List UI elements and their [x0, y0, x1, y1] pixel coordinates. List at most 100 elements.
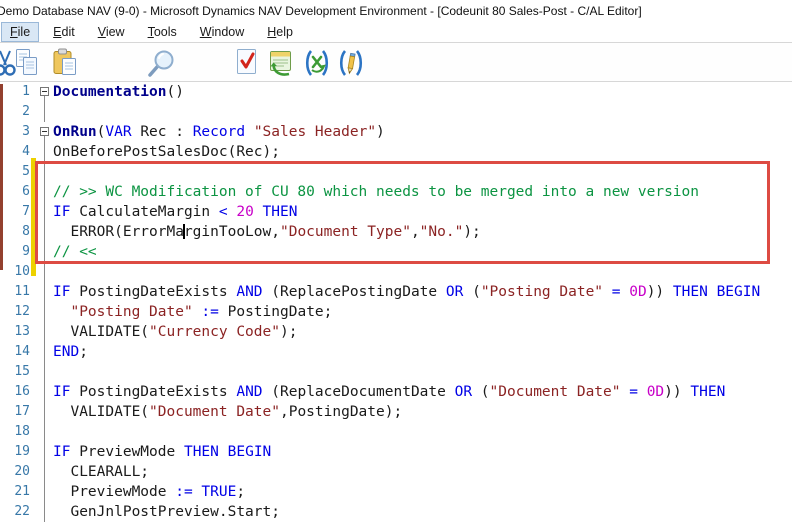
line-number: 21 [14, 484, 30, 499]
code-text: CLEARALL; [53, 464, 150, 480]
code-text: VALIDATE("Currency Code"); [53, 324, 298, 340]
fold-gutter [30, 182, 53, 202]
line-number: 9 [22, 244, 30, 259]
code-line-14[interactable]: 14 END; [0, 342, 792, 362]
code-line-11[interactable]: 11 IF PostingDateExists AND (ReplacePosti… [0, 282, 792, 302]
fold-collapse-box[interactable] [30, 82, 53, 102]
fold-gutter [30, 382, 53, 402]
line-number: 22 [14, 504, 30, 519]
menu-item-help[interactable]: Help [259, 23, 301, 41]
line-number: 18 [14, 424, 30, 439]
line-number: 7 [22, 204, 30, 219]
fold-gutter [30, 342, 53, 362]
code-text: VALIDATE("Document Date",PostingDate); [53, 404, 403, 420]
cal-code-editor[interactable]: 1 Documentation() 2 3 OnRun(VAR Rec : Record… [0, 82, 792, 523]
cal-symbol-menu-icon[interactable] [301, 48, 333, 78]
code-text: GenJnlPostPreview.Start; [53, 504, 280, 520]
line-number: 10 [14, 264, 30, 279]
code-line-10[interactable]: 10 [0, 262, 792, 282]
line-number: 5 [22, 164, 30, 179]
code-line-4[interactable]: 4 OnBeforePostSalesDoc(Rec); [0, 142, 792, 162]
code-text: OnBeforePostSalesDoc(Rec); [53, 144, 280, 160]
code-line-8[interactable]: 8 ERROR(ErrorMarginTooLow,"Document Type… [0, 222, 792, 242]
code-text: IF PreviewMode THEN BEGIN [53, 444, 272, 460]
menu-item-file[interactable]: File [0, 22, 40, 42]
fold-collapse-box[interactable] [30, 122, 53, 142]
fold-gutter [30, 422, 53, 442]
code-line-2[interactable]: 2 [0, 102, 792, 122]
code-text: ERROR(ErrorMarginTooLow,"Document Type",… [53, 223, 481, 240]
fold-gutter [30, 162, 53, 182]
fold-gutter [30, 282, 53, 302]
text-caret [182, 223, 185, 239]
code-line-7[interactable]: 7 IF CalculateMargin < 20 THEN [0, 202, 792, 222]
code-line-5[interactable]: 5 [0, 162, 792, 182]
code-text: OnRun(VAR Rec : Record "Sales Header") [53, 124, 385, 140]
code-text: PreviewMode := TRUE; [53, 484, 246, 500]
fold-gutter [30, 462, 53, 482]
code-text: IF PostingDateExists AND (ReplacePosting… [53, 284, 761, 300]
window-title: Demo Database NAV (9-0) - Microsoft Dyna… [0, 4, 642, 18]
code-line-16[interactable]: 16 IF PostingDateExists AND (ReplaceDocum… [0, 382, 792, 402]
code-text: // >> WC Modification of CU 80 which nee… [53, 184, 700, 200]
fold-gutter [30, 322, 53, 342]
line-number: 17 [14, 404, 30, 419]
find-icon[interactable] [147, 48, 179, 78]
fold-gutter [30, 442, 53, 462]
line-number: 13 [14, 324, 30, 339]
code-text: IF PostingDateExists AND (ReplaceDocumen… [53, 384, 726, 400]
menubar: File Edit View Tools Window Help [0, 22, 792, 43]
fold-gutter [30, 202, 53, 222]
code-line-9[interactable]: 9 // << [0, 242, 792, 262]
fold-gutter [30, 262, 53, 282]
line-number: 2 [22, 104, 30, 119]
line-number: 4 [22, 144, 30, 159]
menu-item-edit[interactable]: Edit [45, 23, 83, 41]
compile-icon[interactable] [233, 48, 265, 78]
code-line-12[interactable]: 12 "Posting Date" := PostingDate; [0, 302, 792, 322]
run-icon[interactable] [267, 48, 299, 78]
cal-locals-icon[interactable] [335, 48, 367, 78]
fold-gutter [30, 362, 53, 382]
menu-item-window[interactable]: Window [192, 23, 252, 41]
fold-gutter [30, 142, 53, 162]
fold-gutter [30, 102, 53, 122]
line-number: 20 [14, 464, 30, 479]
toolbar [0, 43, 792, 82]
menu-item-tools[interactable]: Tools [140, 23, 185, 41]
code-text: Documentation() [53, 84, 184, 100]
line-number: 15 [14, 364, 30, 379]
line-number: 3 [22, 124, 30, 139]
fold-gutter [30, 302, 53, 322]
code-line-15[interactable]: 15 [0, 362, 792, 382]
code-line-22[interactable]: 22 GenJnlPostPreview.Start; [0, 502, 792, 522]
fold-gutter [30, 222, 53, 242]
code-line-18[interactable]: 18 [0, 422, 792, 442]
code-line-17[interactable]: 17 VALIDATE("Document Date",PostingDate)… [0, 402, 792, 422]
code-line-3[interactable]: 3 OnRun(VAR Rec : Record "Sales Header") [0, 122, 792, 142]
line-number: 14 [14, 344, 30, 359]
code-text: // << [53, 244, 97, 260]
code-text: IF CalculateMargin < 20 THEN [53, 204, 298, 220]
line-number: 11 [14, 284, 30, 299]
code-line-19[interactable]: 19 IF PreviewMode THEN BEGIN [0, 442, 792, 462]
code-lines: 1 Documentation() 2 3 OnRun(VAR Rec : Record… [0, 82, 792, 522]
code-line-1[interactable]: 1 Documentation() [0, 82, 792, 102]
fold-gutter [30, 242, 53, 262]
line-number: 8 [22, 224, 30, 239]
line-number: 1 [22, 84, 30, 99]
code-text: "Posting Date" := PostingDate; [70, 304, 333, 320]
fold-gutter [30, 482, 53, 502]
code-line-13[interactable]: 13 VALIDATE("Currency Code"); [0, 322, 792, 342]
line-number: 16 [14, 384, 30, 399]
code-line-6[interactable]: 6 // >> WC Modification of CU 80 which ne… [0, 182, 792, 202]
line-number: 6 [22, 184, 30, 199]
window-titlebar: Demo Database NAV (9-0) - Microsoft Dyna… [0, 0, 792, 22]
line-number: 12 [14, 304, 30, 319]
paste-icon[interactable] [52, 48, 84, 78]
line-number: 19 [14, 444, 30, 459]
copy-icon[interactable] [15, 48, 47, 78]
code-line-21[interactable]: 21 PreviewMode := TRUE; [0, 482, 792, 502]
menu-item-view[interactable]: View [90, 23, 133, 41]
code-line-20[interactable]: 20 CLEARALL; [0, 462, 792, 482]
